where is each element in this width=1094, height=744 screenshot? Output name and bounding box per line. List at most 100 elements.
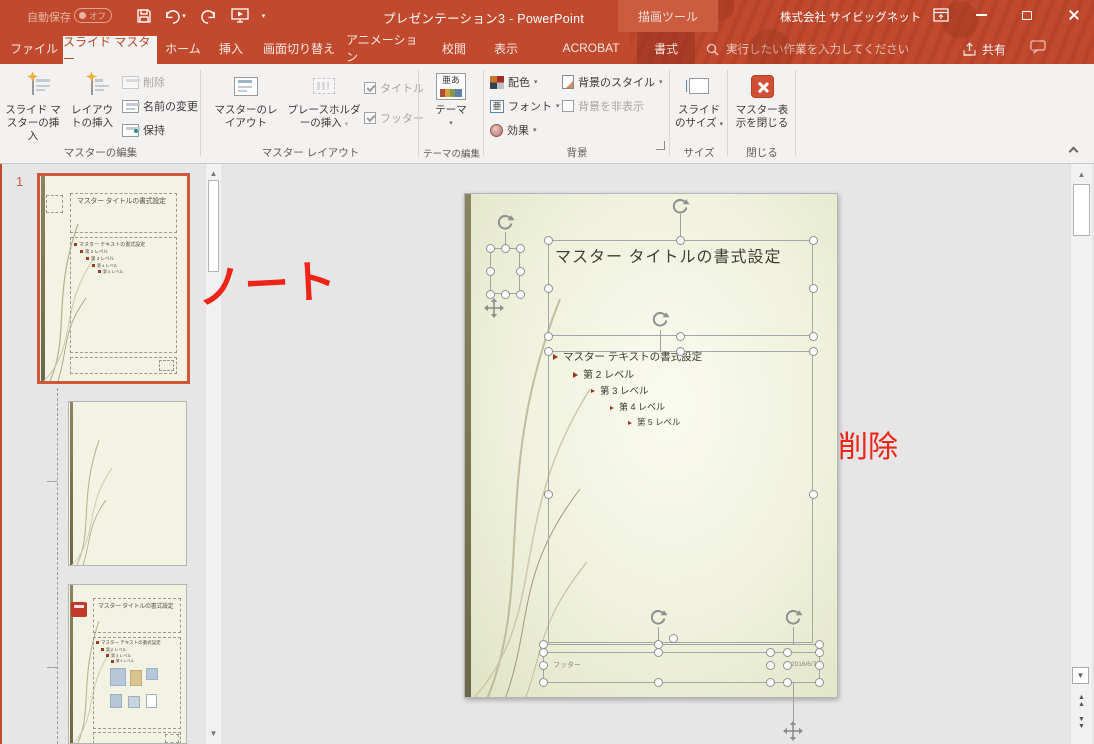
undo-icon[interactable]: ▾ xyxy=(160,5,190,27)
tab-slide-master[interactable]: スライド マスター xyxy=(63,36,157,64)
selection-handle[interactable] xyxy=(809,284,818,293)
move-cursor-icon[interactable] xyxy=(782,720,804,744)
tab-acrobat[interactable]: ACROBAT xyxy=(556,32,626,64)
tab-view[interactable]: 表示 xyxy=(484,32,528,64)
rotation-handle-icon[interactable] xyxy=(670,196,690,221)
selection-handle[interactable] xyxy=(676,332,685,341)
scroll-down-icon[interactable]: ▼ xyxy=(1072,667,1089,684)
main-scrollbar[interactable]: ▲ ▼ ▲▲ ▼▼ xyxy=(1070,164,1092,744)
close-button[interactable] xyxy=(1054,0,1094,30)
group-label-edit-theme: テーマの編集 xyxy=(419,146,484,160)
selection-handle[interactable] xyxy=(676,347,685,356)
background-styles-button[interactable]: 背景のスタイル▾ xyxy=(562,72,663,92)
selection-handle[interactable] xyxy=(501,244,510,253)
fonts-button[interactable]: 亜 フォント▾ xyxy=(490,96,560,116)
master-slide[interactable]: マスター タイトルの書式設定 マスター テキストの書式設定 第 2 レベル 第 … xyxy=(464,193,838,698)
autosave-toggle[interactable]: オフ xyxy=(74,8,112,23)
selection-handle[interactable] xyxy=(654,648,663,657)
selection-handle[interactable] xyxy=(809,490,818,499)
group-label-background: 背景 xyxy=(484,145,670,160)
move-cursor-icon[interactable] xyxy=(483,297,505,324)
selection-handle[interactable] xyxy=(544,236,553,245)
rotation-handle-icon[interactable] xyxy=(650,309,670,334)
autosave-label: 自動保存 xyxy=(27,9,71,25)
selection-handle[interactable] xyxy=(815,678,824,687)
selection-handle[interactable] xyxy=(486,290,495,299)
insert-placeholder-button[interactable]: プレースホルダーの挿入 ▾ xyxy=(286,68,362,144)
close-master-view-button[interactable]: マスター表示を閉じる xyxy=(731,68,793,144)
previous-slide-icon[interactable]: ▲▲ xyxy=(1071,694,1092,708)
tab-file[interactable]: ファイル xyxy=(8,32,60,64)
share-button[interactable]: 共有 xyxy=(962,39,1006,59)
thumbnail-layout-blank[interactable] xyxy=(68,401,187,566)
footer-checkbox[interactable]: フッター xyxy=(364,108,424,128)
background-dialog-launcher-icon[interactable] xyxy=(656,141,665,150)
selection-handle[interactable] xyxy=(669,634,678,643)
hide-background-checkbox[interactable]: 背景を非表示 xyxy=(562,96,644,116)
selection-handle[interactable] xyxy=(539,661,548,670)
master-layout-button[interactable]: マスターのレイアウト xyxy=(210,68,282,144)
selection-handle[interactable] xyxy=(486,244,495,253)
themes-button[interactable]: 亜あ テーマ ▾ xyxy=(425,68,477,144)
selection-handle[interactable] xyxy=(544,347,553,356)
selection-handle[interactable] xyxy=(516,290,525,299)
tell-me-search[interactable]: 実行したい作業を入力してください xyxy=(706,39,909,59)
insert-slide-master-button[interactable]: スライド マスターの挿入 xyxy=(3,68,63,144)
save-icon[interactable] xyxy=(132,5,156,27)
next-slide-icon[interactable]: ▼▼ xyxy=(1071,716,1092,730)
main-scrollbar-thumb[interactable] xyxy=(1073,184,1090,236)
body-placeholder[interactable] xyxy=(548,351,813,643)
selection-handle[interactable] xyxy=(766,661,775,670)
scroll-up-icon[interactable]: ▲ xyxy=(1071,167,1092,183)
selection-handle[interactable] xyxy=(809,236,818,245)
selection-handle[interactable] xyxy=(783,661,792,670)
thumbnail-master-selected[interactable]: マスター タイトルの書式設定 マスター テキストの書式設定 第 2 レベル 第 … xyxy=(37,173,190,384)
selection-handle[interactable] xyxy=(783,648,792,657)
qat-customize-icon[interactable]: ▾ xyxy=(256,5,270,27)
effects-button[interactable]: 効果▾ xyxy=(490,120,537,140)
collapse-ribbon-icon[interactable] xyxy=(1069,147,1079,157)
selection-handle[interactable] xyxy=(516,244,525,253)
selection-handle[interactable] xyxy=(539,648,548,657)
maximize-button[interactable] xyxy=(1008,0,1046,30)
selection-handle[interactable] xyxy=(501,290,510,299)
selection-handle[interactable] xyxy=(809,332,818,341)
selection-handle[interactable] xyxy=(815,661,824,670)
selection-handle[interactable] xyxy=(654,678,663,687)
slide-size-button[interactable]: スライドのサイズ ▾ xyxy=(674,68,724,144)
tab-format[interactable]: 書式 xyxy=(637,32,695,64)
selection-handle[interactable] xyxy=(544,490,553,499)
start-slideshow-icon[interactable] xyxy=(228,5,252,27)
selection-handle[interactable] xyxy=(766,648,775,657)
tab-transitions[interactable]: 画面切り替え xyxy=(256,32,342,64)
tab-insert[interactable]: 挿入 xyxy=(210,32,252,64)
tab-home[interactable]: ホーム xyxy=(160,32,206,64)
rotation-handle-icon[interactable] xyxy=(648,607,668,632)
selection-handle[interactable] xyxy=(539,678,548,687)
selection-handle[interactable] xyxy=(544,332,553,341)
thumbnail-layout-title-content[interactable]: マスター タイトルの書式設定 マスター テキストの書式設定 第 2 レベル 第 … xyxy=(68,584,187,744)
tab-animations[interactable]: アニメーション xyxy=(346,32,428,64)
insert-layout-button[interactable]: レイアウトの挿入 xyxy=(66,68,118,144)
delete-button[interactable]: 削除 xyxy=(122,72,165,92)
selection-handle[interactable] xyxy=(783,678,792,687)
ribbon-display-options-icon[interactable] xyxy=(922,0,960,30)
selection-handle[interactable] xyxy=(676,236,685,245)
scroll-down-icon[interactable]: ▼ xyxy=(206,726,221,742)
selection-handle[interactable] xyxy=(766,678,775,687)
rotation-handle-icon[interactable] xyxy=(495,212,515,237)
rotation-handle-icon[interactable] xyxy=(783,607,803,632)
title-checkbox[interactable]: タイトル xyxy=(364,78,424,98)
minimize-button[interactable] xyxy=(962,0,1000,30)
redo-icon[interactable] xyxy=(196,5,220,27)
selection-handle[interactable] xyxy=(516,267,525,276)
rename-button[interactable]: 名前の変更 xyxy=(122,96,198,116)
selection-handle[interactable] xyxy=(486,267,495,276)
selection-handle[interactable] xyxy=(815,648,824,657)
selection-handle[interactable] xyxy=(544,284,553,293)
comments-icon[interactable] xyxy=(1030,40,1046,59)
preserve-button[interactable]: 保持 xyxy=(122,120,165,140)
tab-review[interactable]: 校閲 xyxy=(432,32,476,64)
selection-handle[interactable] xyxy=(809,347,818,356)
colors-button[interactable]: 配色▾ xyxy=(490,72,538,92)
